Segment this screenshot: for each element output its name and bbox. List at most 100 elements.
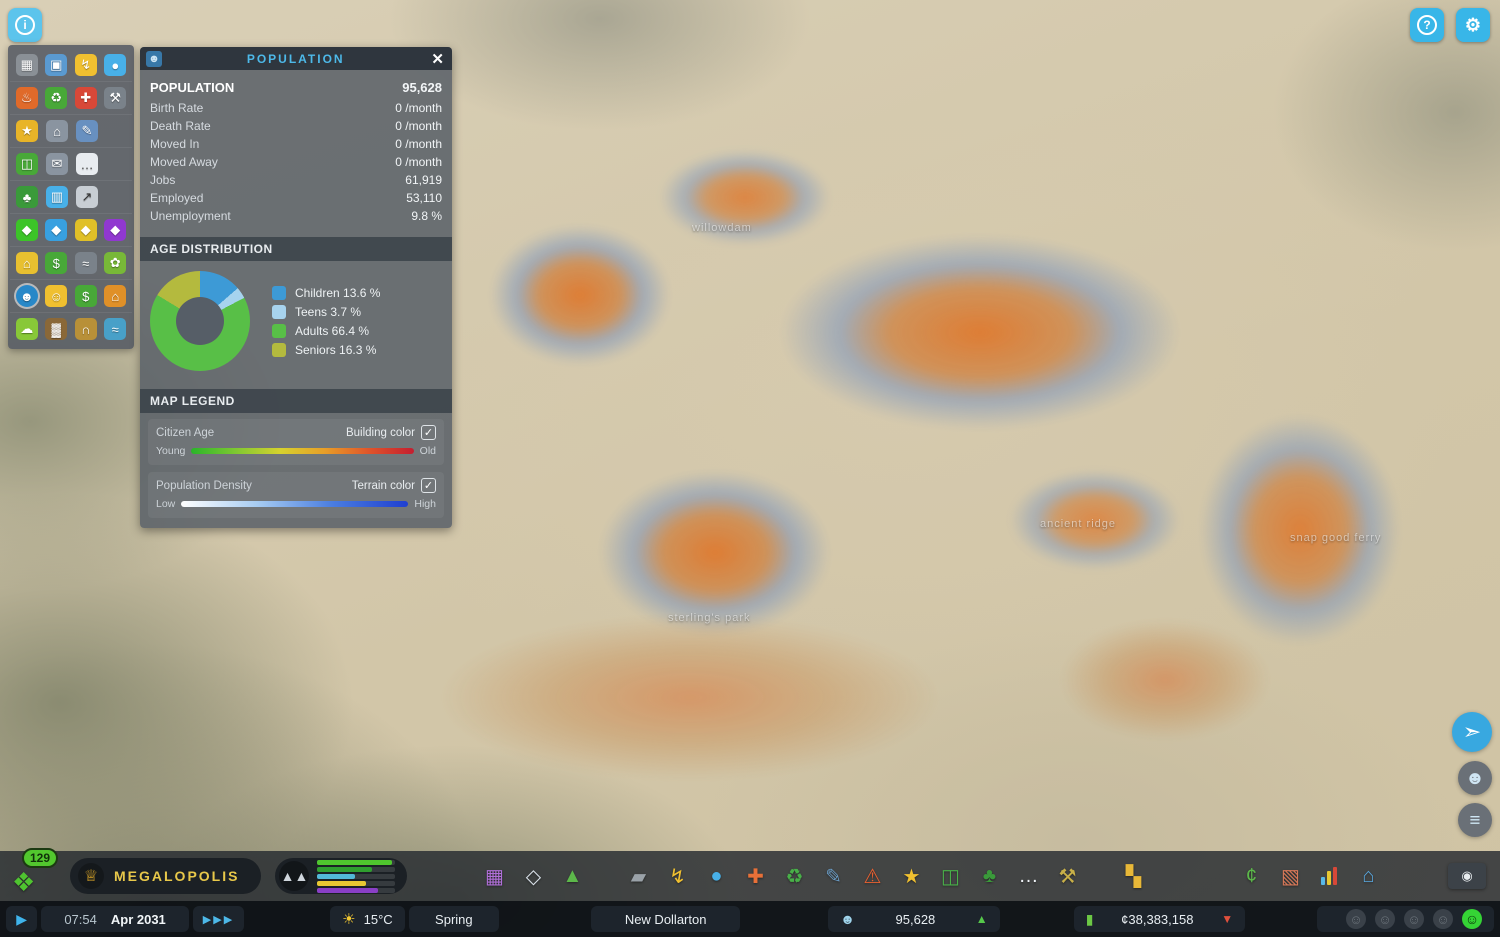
infoview-water-icon[interactable]: ●	[101, 52, 131, 78]
air-pollution-glyph: ☁	[15, 318, 38, 340]
close-icon[interactable]: ✕	[429, 50, 446, 68]
police-icon: ★	[902, 865, 921, 888]
statistics-tool-button[interactable]	[1314, 861, 1344, 891]
demand-fill	[317, 880, 366, 886]
infoview-garbage-icon[interactable]: ♻	[42, 85, 72, 111]
weather-display: ☀ 15°C	[330, 906, 405, 932]
infoview-air-pollution-icon[interactable]: ☁	[12, 316, 42, 342]
game-date: Apr 2031	[110, 911, 166, 927]
infoview-maintenance-icon[interactable]: ⚒	[101, 85, 131, 111]
infoview-healthcare-icon[interactable]: ✚	[71, 85, 101, 111]
infoview-ground-pollution-icon[interactable]: ▓	[42, 316, 72, 342]
infoview-water-map-icon[interactable]: ◆	[42, 217, 72, 243]
infoview-row: ◆ ◆ ◆ ◆	[10, 214, 132, 247]
chirper-button[interactable]: ➣	[1452, 712, 1492, 752]
time-date-display: 07:54 Apr 2031	[41, 906, 189, 932]
infoview-electricity-icon[interactable]: ↯	[71, 52, 101, 78]
help-icon: ?	[1417, 15, 1437, 35]
infoview-population-icon[interactable]: ☻	[12, 283, 42, 309]
infoview-police-icon[interactable]: ★	[12, 118, 42, 144]
electricity-tool-button[interactable]: ↯	[662, 861, 692, 891]
age-swatch	[272, 304, 286, 319]
demand-widget[interactable]: ▲▲	[275, 858, 408, 894]
settings-button[interactable]: ⚙	[1456, 8, 1490, 42]
infoview-administration-icon[interactable]: ⌂	[42, 118, 72, 144]
money-counter[interactable]: ▮ ¢38,383,158 ▼	[1073, 906, 1246, 932]
infoview-statistics-icon[interactable]: ≈	[71, 250, 101, 276]
water-pollution-glyph: ≈	[104, 318, 127, 340]
infoview-roads-icon[interactable]: ▦	[12, 52, 42, 78]
police-tool-button[interactable]: ★	[896, 861, 926, 891]
age-swatch	[272, 323, 286, 338]
stat-value: 61,919	[405, 173, 442, 187]
roads-tool-button[interactable]: ▰	[623, 861, 653, 891]
infoview-routes-icon[interactable]: ↗	[72, 184, 102, 210]
zoning-tool-button[interactable]: ▦	[479, 861, 509, 891]
transportation-tool-button[interactable]: ◫	[935, 861, 965, 891]
terraforming-tool-button[interactable]: ⚒	[1052, 861, 1082, 891]
fire-rescue-tool-button[interactable]: ⚠	[857, 861, 887, 891]
economy-tool-button[interactable]: ¢	[1236, 861, 1266, 891]
infoview-wealth-map-icon[interactable]: ◆	[101, 217, 131, 243]
infoview-post-icon[interactable]: ✉	[42, 151, 72, 177]
temperature: 15°C	[363, 911, 393, 927]
stat-label: Employed	[150, 191, 204, 205]
population-counter[interactable]: ☻ 95,628 ▲	[828, 906, 1000, 932]
water-sewage-tool-button[interactable]: ●	[701, 861, 731, 891]
info-views-tool-button[interactable]: ▧	[1275, 861, 1305, 891]
garbage-tool-button[interactable]: ♻	[779, 861, 809, 891]
infoview-water-pollution-icon[interactable]: ≈	[101, 316, 131, 342]
infoview-tourism-icon[interactable]: $	[42, 250, 72, 276]
milestone-button[interactable]: ♕ MEGALOPOLIS	[70, 858, 262, 894]
bulldozer-tool-button[interactable]: ▚	[1118, 861, 1148, 891]
xp-widget[interactable]: ❖ 129	[10, 848, 59, 898]
infoview-money-flow-icon[interactable]: $	[71, 283, 101, 309]
infoview-workplaces-icon[interactable]: ⌂	[101, 283, 131, 309]
stat-row: Moved In 0 /month	[140, 135, 452, 153]
sim-speed-control[interactable]: ▶▶▶	[192, 906, 245, 932]
infoview-heating-icon[interactable]: ♨	[12, 85, 42, 111]
infoview-noise-pollution-icon[interactable]: ∩	[71, 316, 101, 342]
infoview-row: ☁ ▓ ∩ ≈	[10, 313, 132, 345]
stat-value: 95,628	[402, 80, 442, 95]
infoview-education-icon[interactable]: ✎	[72, 118, 102, 144]
infoview-facilities-icon[interactable]: ▥	[42, 184, 72, 210]
parks-icon: ♣	[982, 864, 997, 887]
communications-tool-button[interactable]: …	[1013, 861, 1043, 891]
infoview-electronics-icon[interactable]: ▣	[42, 52, 72, 78]
heating-glyph: ♨	[15, 87, 38, 109]
help-button[interactable]: ?	[1410, 8, 1444, 42]
infoview-telecom-icon[interactable]: …	[72, 151, 102, 177]
infoview-greenery-icon[interactable]: ✿	[101, 250, 131, 276]
city-info-tool-button[interactable]: ⌂	[1353, 861, 1383, 891]
landscaping-tool-button[interactable]: ▲	[557, 861, 587, 891]
electricity-icon: ↯	[669, 865, 686, 888]
happiness-face-icon[interactable]: ☺	[1462, 909, 1483, 929]
infoview-transportation-icon[interactable]: ◫	[12, 151, 42, 177]
info-button[interactable]: i	[8, 8, 42, 42]
infoview-parks-icon[interactable]: ♣	[12, 184, 42, 210]
infoview-land-value-icon[interactable]: ⌂	[12, 250, 42, 276]
journal-button[interactable]: ≡	[1458, 803, 1492, 837]
infoview-happiness-icon[interactable]: ☺	[42, 283, 72, 309]
gradient-max-label: High	[414, 498, 436, 510]
education-tool-button[interactable]: ✎	[818, 861, 848, 891]
checkbox[interactable]: ✓	[421, 425, 436, 440]
electronics-glyph: ▣	[45, 54, 68, 76]
infoview-zoning-map-icon[interactable]: ◆	[71, 217, 101, 243]
photo-mode-button[interactable]: ◉	[1448, 863, 1486, 889]
city-name-button[interactable]: New Dollarton	[591, 906, 741, 932]
checkbox[interactable]: ✓	[421, 478, 436, 493]
parks-tool-button[interactable]: ♣	[974, 861, 1004, 891]
healthcare-tool-button[interactable]: ✚	[740, 861, 770, 891]
infoview-terrain-map-icon[interactable]: ◆	[12, 217, 42, 243]
city-progress-icon: ▲▲	[279, 861, 310, 891]
info-views-icon: ▧	[1281, 865, 1300, 888]
season-display: Spring	[408, 906, 499, 932]
demand-fill	[317, 859, 392, 865]
info-icon: i	[15, 15, 35, 35]
areas-tool-button[interactable]: ◇	[518, 861, 548, 891]
citizens-button[interactable]: ☻	[1458, 761, 1492, 795]
play-pause-button[interactable]: ▶	[6, 906, 38, 932]
demand-fill	[317, 887, 379, 893]
